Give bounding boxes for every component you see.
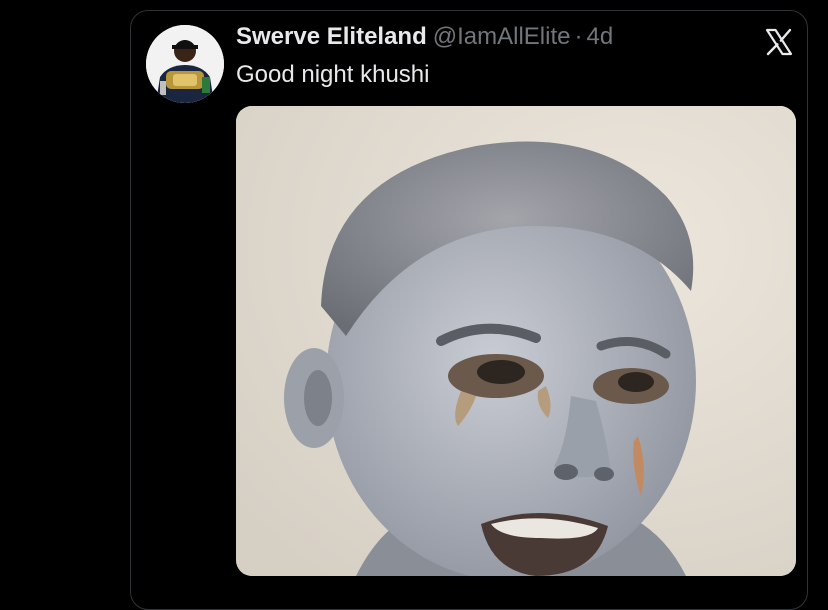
separator-dot: · bbox=[574, 23, 583, 50]
tweet-header: Swerve Eliteland @IamAllElite · 4d bbox=[236, 23, 613, 51]
x-logo-icon[interactable] bbox=[764, 27, 794, 57]
display-name[interactable]: Swerve Eliteland bbox=[236, 23, 427, 51]
timestamp[interactable]: 4d bbox=[586, 23, 613, 51]
tweet-text: Good night khushi bbox=[236, 61, 430, 88]
avatar-image bbox=[146, 25, 224, 103]
avatar[interactable] bbox=[146, 25, 224, 103]
user-handle[interactable]: @IamAllElite bbox=[433, 23, 571, 51]
photo-image bbox=[236, 106, 796, 576]
tweet-card[interactable]: Swerve Eliteland @IamAllElite · 4d Good … bbox=[130, 10, 808, 610]
tweet-media-photo[interactable] bbox=[236, 106, 796, 576]
